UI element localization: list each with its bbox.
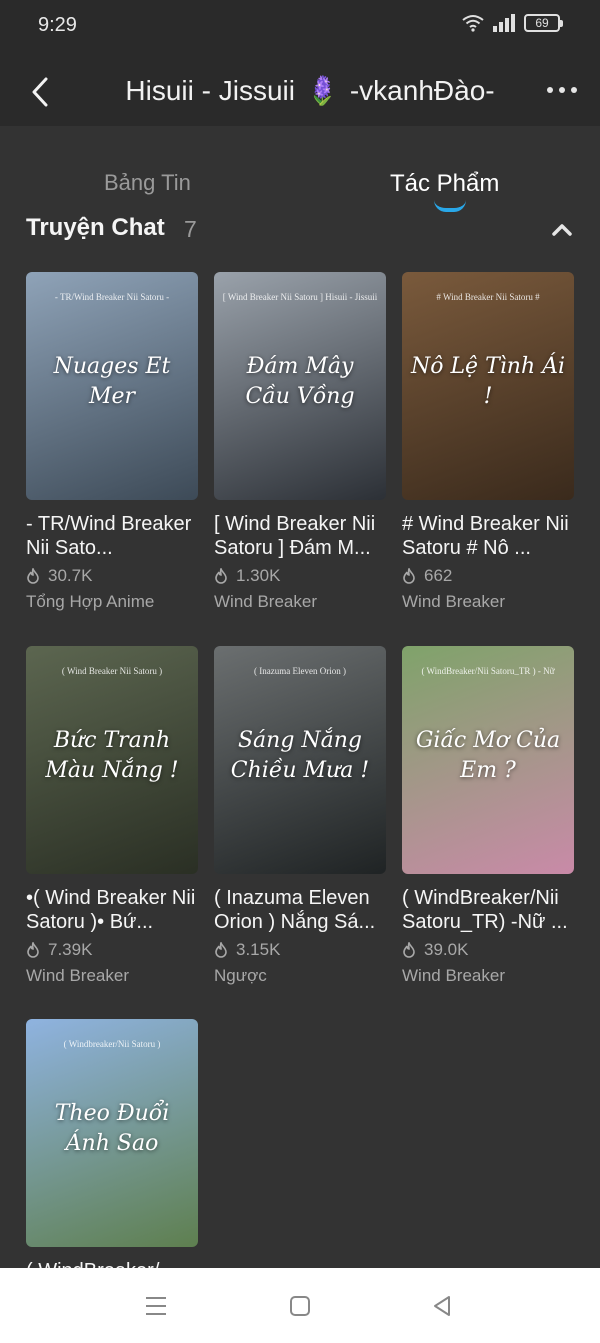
active-tab-indicator bbox=[434, 200, 466, 212]
collapse-button[interactable] bbox=[548, 216, 576, 244]
story-card[interactable]: # Wind Breaker Nii Satoru # Nô Lệ Tình Ái… bbox=[402, 272, 574, 612]
dot-icon bbox=[571, 87, 577, 93]
story-card[interactable]: [ Wind Breaker Nii Satoru ] Hisuii - Jis… bbox=[214, 272, 386, 612]
story-genre[interactable]: Wind Breaker bbox=[214, 592, 386, 612]
story-card[interactable]: ( Inazuma Eleven Orion ) Sáng Nắng Chiều … bbox=[214, 646, 386, 986]
cover-title: Đám Mây Cầu Vồng bbox=[245, 354, 355, 409]
story-card[interactable]: ( WindBreaker/Nii Satoru_TR ) - Nữ Giấc M… bbox=[402, 646, 574, 986]
dot-icon bbox=[547, 87, 553, 93]
story-card[interactable]: ( Windbreaker/Nii Satoru ) Theo Đuổi Ánh … bbox=[26, 1019, 198, 1307]
story-cover[interactable]: ( WindBreaker/Nii Satoru_TR ) - Nữ Giấc M… bbox=[402, 646, 574, 874]
fire-icon bbox=[403, 942, 415, 958]
hyacinth-emoji: 🪻 bbox=[304, 75, 340, 106]
story-title[interactable]: # Wind Breaker Nii Satoru # Nô ... bbox=[402, 512, 574, 560]
story-title[interactable]: ( Inazuma Eleven Orion ) Nắng Sá... bbox=[214, 886, 386, 934]
back-button[interactable] bbox=[20, 72, 60, 112]
story-genre[interactable]: Ngược bbox=[214, 966, 386, 986]
story-card[interactable]: - TR/Wind Breaker Nii Satoru - Nuages Et … bbox=[26, 272, 198, 612]
cover-title: Nô Lệ Tình Ái ! bbox=[410, 354, 566, 409]
profile-header: Hisuii - Jissuii 🪻 -vkanhĐào- bbox=[0, 60, 600, 122]
story-genre[interactable]: Wind Breaker bbox=[26, 966, 198, 986]
status-time: 9:29 bbox=[38, 14, 77, 36]
chevron-left-icon bbox=[32, 77, 48, 107]
story-cover[interactable]: ( Inazuma Eleven Orion ) Sáng Nắng Chiều … bbox=[214, 646, 386, 874]
story-title[interactable]: - TR/Wind Breaker Nii Sato... bbox=[26, 512, 198, 560]
status-bar: 9:29 69 bbox=[0, 0, 600, 54]
story-stats: 30.7K bbox=[26, 566, 198, 586]
cover-tag: ( WindBreaker/Nii Satoru_TR ) - Nữ bbox=[421, 666, 555, 676]
battery-icon: 69 bbox=[524, 14, 563, 32]
cover-tag: ( Windbreaker/Nii Satoru ) bbox=[63, 1039, 161, 1049]
tab-news[interactable]: Bảng Tin bbox=[104, 170, 191, 196]
read-count: 3.15K bbox=[236, 940, 281, 959]
read-count: 662 bbox=[424, 566, 453, 585]
page-title: Hisuii - Jissuii 🪻 -vkanhĐào- bbox=[90, 74, 530, 107]
cover-title: Giấc Mơ Của Em ? bbox=[415, 728, 561, 783]
story-cover[interactable]: ( Windbreaker/Nii Satoru ) Theo Đuổi Ánh … bbox=[26, 1019, 198, 1247]
profile-name: Hisuii - Jissuii bbox=[125, 74, 295, 106]
dot-icon bbox=[559, 87, 565, 93]
menu-button[interactable] bbox=[142, 1292, 170, 1320]
chevron-up-icon bbox=[552, 224, 572, 236]
cover-tag: ( Inazuma Eleven Orion ) bbox=[254, 666, 346, 676]
read-count: 30.7K bbox=[48, 566, 93, 585]
story-cover[interactable]: - TR/Wind Breaker Nii Satoru - Nuages Et … bbox=[26, 272, 198, 500]
story-title[interactable]: [ Wind Breaker Nii Satoru ] Đám M... bbox=[214, 512, 386, 560]
story-card[interactable]: ( Wind Breaker Nii Satoru ) Bức Tranh Màu… bbox=[26, 646, 198, 986]
story-stats: 39.0K bbox=[402, 940, 574, 960]
fire-icon bbox=[215, 942, 227, 958]
cover-title: Nuages Et Mer bbox=[53, 354, 171, 409]
fire-icon bbox=[403, 568, 415, 584]
cover-tag: # Wind Breaker Nii Satoru # bbox=[436, 292, 540, 302]
cover-tag: [ Wind Breaker Nii Satoru ] Hisuii - Jis… bbox=[222, 292, 378, 302]
fire-icon bbox=[27, 568, 39, 584]
story-title[interactable]: •( Wind Breaker Nii Satoru )• Bứ... bbox=[26, 886, 198, 934]
story-stats: 1.30K bbox=[214, 566, 386, 586]
signal-icon bbox=[493, 14, 515, 32]
menu-icon bbox=[146, 1297, 166, 1315]
more-options-button[interactable] bbox=[542, 78, 582, 102]
cover-title: Theo Đuổi Ánh Sao bbox=[54, 1101, 170, 1156]
home-square-icon bbox=[290, 1296, 310, 1316]
top-bar: 9:29 69 Hisuii - Jissuii 🪻 -vkanhĐào- bbox=[0, 0, 600, 126]
story-title[interactable]: ( WindBreaker/Nii Satoru_TR) -Nữ ... bbox=[402, 886, 574, 934]
story-genre[interactable]: Tổng Hợp Anime bbox=[26, 592, 198, 612]
cover-title: Bức Tranh Màu Nắng ! bbox=[45, 728, 179, 783]
system-nav-bar bbox=[0, 1268, 600, 1343]
story-genre[interactable]: Wind Breaker bbox=[402, 592, 574, 612]
status-icons: 69 bbox=[462, 14, 563, 32]
story-cover[interactable]: ( Wind Breaker Nii Satoru ) Bức Tranh Màu… bbox=[26, 646, 198, 874]
section-count: 7 bbox=[184, 216, 197, 242]
profile-tabs: Bảng Tin Tác Phẩm bbox=[0, 160, 600, 212]
wifi-icon bbox=[462, 15, 484, 32]
cover-tag: ( Wind Breaker Nii Satoru ) bbox=[61, 666, 163, 676]
story-stats: 7.39K bbox=[26, 940, 198, 960]
read-count: 7.39K bbox=[48, 940, 93, 959]
cover-title: Sáng Nắng Chiều Mưa ! bbox=[230, 728, 370, 783]
section-title: Truyện Chat bbox=[26, 214, 165, 241]
story-stats: 3.15K bbox=[214, 940, 386, 960]
read-count: 1.30K bbox=[236, 566, 281, 585]
story-cover[interactable]: [ Wind Breaker Nii Satoru ] Hisuii - Jis… bbox=[214, 272, 386, 500]
story-genre[interactable]: Wind Breaker bbox=[402, 966, 574, 986]
cover-tag: - TR/Wind Breaker Nii Satoru - bbox=[54, 292, 170, 302]
story-cover[interactable]: # Wind Breaker Nii Satoru # Nô Lệ Tình Ái… bbox=[402, 272, 574, 500]
back-nav-button[interactable] bbox=[428, 1292, 456, 1320]
tab-works[interactable]: Tác Phẩm bbox=[390, 170, 499, 198]
back-triangle-icon bbox=[434, 1296, 450, 1316]
fire-icon bbox=[215, 568, 227, 584]
read-count: 39.0K bbox=[424, 940, 469, 959]
fire-icon bbox=[27, 942, 39, 958]
profile-name-suffix: -vkanhĐào- bbox=[349, 74, 495, 106]
section-header: Truyện Chat 7 bbox=[26, 214, 576, 248]
home-button[interactable] bbox=[286, 1292, 314, 1320]
story-stats: 662 bbox=[402, 566, 574, 586]
